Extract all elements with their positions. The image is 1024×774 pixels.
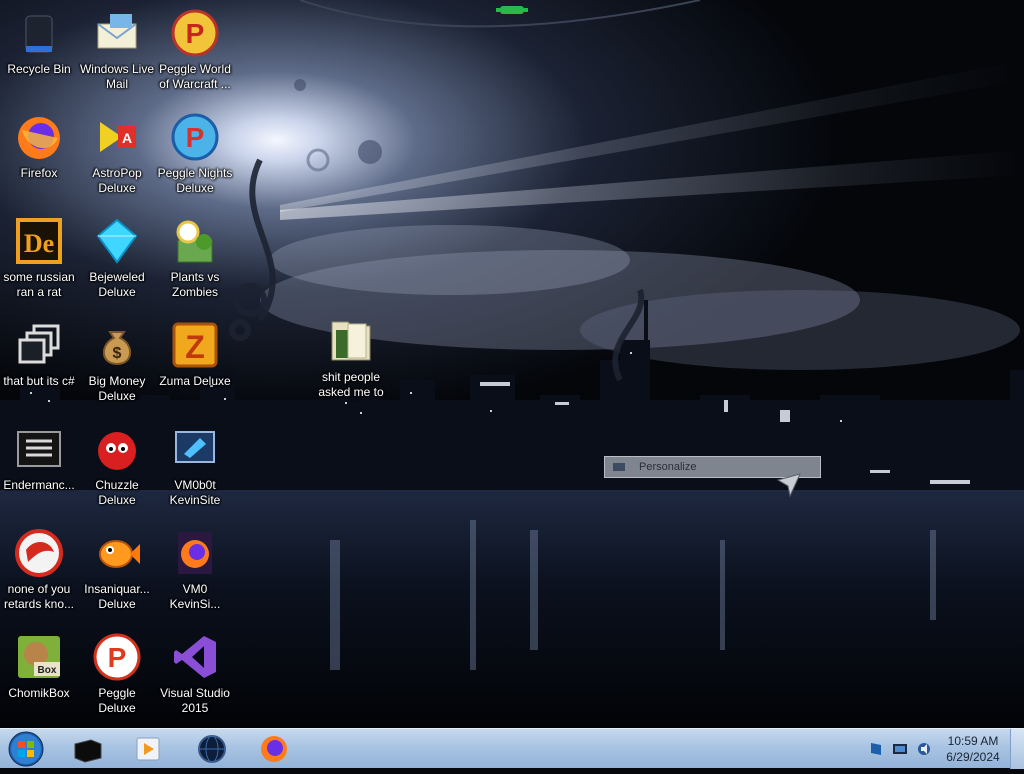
desktop-icon-insaniquarium[interactable]: Insaniquar... Deluxe (78, 524, 156, 628)
desktop-icon-vm0-kevinsite[interactable]: VM0 KevinSi... (156, 524, 234, 628)
folder-icon (326, 316, 376, 366)
start-button[interactable] (4, 729, 48, 769)
svg-text:Box: Box (38, 665, 57, 676)
icon-label: Bejeweled Deluxe (89, 270, 145, 299)
chuzzle-icon (92, 424, 142, 474)
desktop-icon-none-of-you[interactable]: none of you retards kno... (0, 524, 78, 628)
peggle-icon: P (170, 8, 220, 58)
desktop-icon-zuma[interactable]: Z Zuma Deluxe (156, 316, 234, 420)
icon-label: VM0b0t KevinSite (169, 478, 221, 507)
zuma-icon: Z (170, 320, 220, 370)
icon-label: VM0 KevinSi... (169, 582, 221, 611)
recycle-bin-icon (14, 8, 64, 58)
mouse-pointer-icon (776, 472, 802, 498)
firefox-icon (261, 736, 287, 762)
money-bag-icon: $ (92, 320, 142, 370)
chomikbox-icon: Box (14, 632, 64, 682)
desktop-icon-visual-studio[interactable]: Visual Studio 2015 (156, 628, 234, 732)
gem-icon (92, 216, 142, 266)
peggle-nights-icon: P (170, 112, 220, 162)
media-player-icon (136, 737, 160, 761)
desktop-icon-plants-vs-zombies[interactable]: Plants vs Zombies (156, 212, 234, 316)
desktop-icon-peggle-deluxe[interactable]: P Peggle Deluxe (78, 628, 156, 732)
icon-label: some russian ran a rat (3, 270, 75, 299)
firefox-icon (170, 528, 220, 578)
icon-label: Visual Studio 2015 (160, 686, 230, 715)
desktop-icon-astropop[interactable]: A AstroPop Deluxe (78, 108, 156, 212)
network-icon[interactable] (892, 741, 908, 757)
console-icon (14, 424, 64, 474)
desktop-icon-russian-rat[interactable]: De some russian ran a rat (0, 212, 78, 316)
plants-icon (170, 216, 220, 266)
icon-label: AstroPop Deluxe (92, 166, 142, 195)
desktop-icon-chuzzle[interactable]: Chuzzle Deluxe (78, 420, 156, 524)
security-flag-icon[interactable] (868, 741, 884, 757)
icon-label: Recycle Bin (7, 62, 71, 76)
desktop-icon-vm0b0t-kevinsite[interactable]: VM0b0t KevinSite (156, 420, 234, 524)
svg-text:Z: Z (185, 329, 205, 365)
svg-text:$: $ (113, 345, 122, 362)
personalize-icon (613, 463, 625, 471)
taskbar-media-player-button[interactable] (126, 732, 170, 766)
icon-label: Zuma Deluxe (159, 374, 231, 388)
taskbar-firefox-button[interactable] (252, 732, 296, 766)
desktop-icon-peggle-wow[interactable]: P Peggle World of Warcraft ... (156, 4, 234, 108)
clock-time: 10:59 AM (947, 734, 999, 748)
svg-text:P: P (108, 642, 127, 673)
icon-label: none of you retards kno... (3, 582, 75, 611)
desktop-icon-peggle-nights[interactable]: P Peggle Nights Deluxe (156, 108, 234, 212)
volume-icon[interactable] (916, 741, 932, 757)
clock-date: 6/29/2024 (946, 750, 1000, 764)
icon-label: Chuzzle Deluxe (95, 478, 139, 507)
icon-label: that but its c# (3, 374, 75, 388)
icon-label: ChomikBox (8, 686, 70, 700)
desktop-icon-firefox[interactable]: Firefox (0, 108, 78, 212)
de-app-icon: De (14, 216, 64, 266)
wallpaper-gadget (494, 4, 530, 18)
icon-label: Peggle Deluxe (98, 686, 136, 715)
explorer-icon (74, 739, 102, 763)
desktop-icon-big-money[interactable]: $ Big Money Deluxe (78, 316, 156, 420)
peggle-icon: P (92, 632, 142, 682)
svg-text:De: De (24, 229, 54, 258)
firefox-icon (14, 112, 64, 162)
icon-label: Endermanc... (3, 478, 75, 492)
icon-label: Plants vs Zombies (170, 270, 220, 299)
desktop-icon-bejeweled[interactable]: Bejeweled Deluxe (78, 212, 156, 316)
desktop-icon-recycle-bin[interactable]: Recycle Bin (0, 4, 78, 108)
system-clock[interactable]: 10:59 AM 6/29/2024 (940, 733, 1006, 765)
icon-label: Peggle Nights Deluxe (157, 166, 233, 195)
icon-label: Windows Live Mail (79, 62, 155, 91)
fish-icon (92, 528, 142, 578)
taskbar: 10:59 AM 6/29/2024 (0, 728, 1024, 769)
taskbar-explorer-button[interactable] (66, 732, 110, 766)
icon-label: Big Money Deluxe (88, 374, 146, 403)
astropop-icon: A (92, 112, 142, 162)
icon-label: Peggle World of Warcraft ... (159, 62, 231, 91)
icon-label: Insaniquar... Deluxe (84, 582, 150, 611)
system-tray (862, 733, 952, 765)
menu-item-label: Personalize (639, 461, 697, 473)
desktop-icon-windows-live-mail[interactable]: Windows Live Mail (78, 4, 156, 108)
visual-studio-icon (170, 632, 220, 682)
red-ring-icon (14, 528, 64, 578)
icon-label: Firefox (20, 166, 58, 180)
icon-label: shit people asked me to add (318, 370, 384, 402)
desktop-icon-chomikbox[interactable]: Box ChomikBox (0, 628, 78, 732)
vm-app-icon (170, 424, 220, 474)
mail-icon (92, 8, 142, 58)
desktop-icon-folder[interactable]: shit people asked me to add (312, 312, 390, 416)
svg-text:A: A (122, 130, 132, 146)
globe-icon (198, 735, 226, 763)
desktop-icon-that-but-csharp[interactable]: that but its c# (0, 316, 78, 420)
svg-text:P: P (186, 122, 205, 153)
window-stack-icon (14, 320, 64, 370)
desktop-icon-endermanch[interactable]: Endermanc... (0, 420, 78, 524)
show-desktop-button[interactable] (1010, 729, 1024, 769)
svg-text:P: P (186, 18, 205, 49)
taskbar-globe-button[interactable] (190, 732, 234, 766)
